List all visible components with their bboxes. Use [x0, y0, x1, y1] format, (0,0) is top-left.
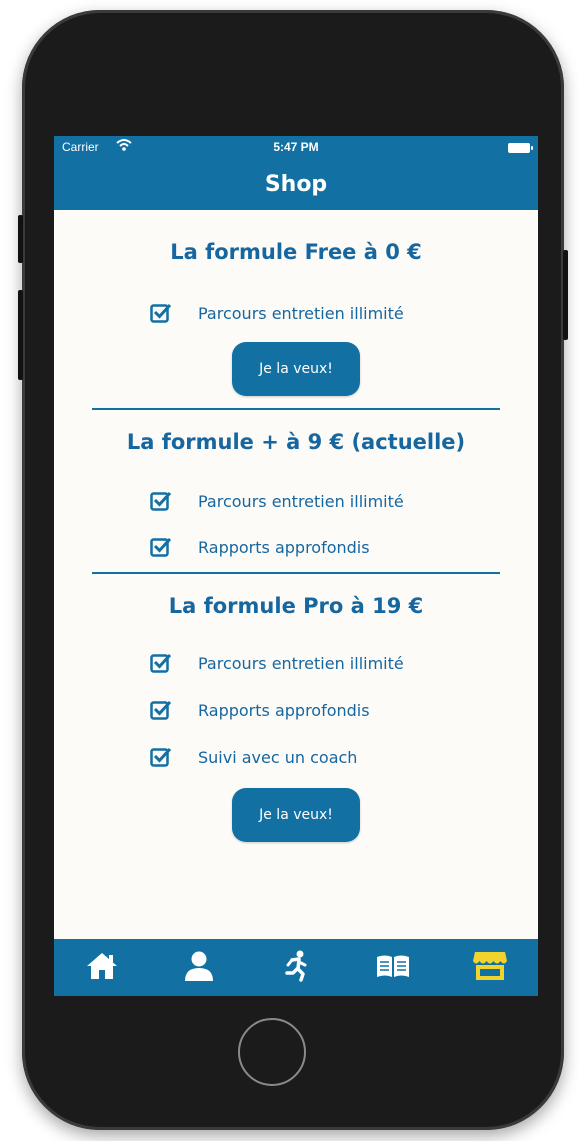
buy-pro-button[interactable]: Je la veux!: [232, 788, 360, 842]
running-icon: [282, 950, 310, 986]
feature-label: Rapports approfondis: [198, 701, 370, 720]
checkbox-checked-icon: [150, 746, 172, 768]
divider: [92, 408, 500, 410]
user-icon: [183, 950, 215, 986]
checkbox-checked-icon: [150, 652, 172, 674]
app-screen: Carrier 5:47 PM Shop La formule Free à 0…: [54, 136, 538, 996]
feature-label: Rapports approfondis: [198, 538, 370, 557]
feature-label: Parcours entretien illimité: [198, 492, 404, 511]
power-button: [563, 250, 568, 340]
plan-title: La formule + à 9 € (actuelle): [126, 430, 466, 454]
home-icon: [85, 951, 119, 985]
status-time: 5:47 PM: [273, 140, 319, 154]
battery-icon: [508, 143, 533, 153]
tab-library[interactable]: [345, 939, 441, 996]
feature-label: Parcours entretien illimité: [198, 654, 404, 673]
page-title: Shop: [264, 172, 328, 197]
mute-switch: [18, 215, 23, 263]
tab-home[interactable]: [54, 939, 150, 996]
feature-label: Parcours entretien illimité: [198, 304, 404, 323]
navigation-bar: Shop: [54, 160, 538, 210]
book-icon: [376, 954, 410, 982]
status-bar: Carrier 5:47 PM: [54, 136, 538, 160]
buy-free-button[interactable]: Je la veux!: [232, 342, 360, 396]
checkbox-checked-icon: [150, 490, 172, 512]
plan-title: La formule Free à 0 €: [170, 240, 422, 264]
store-icon: [472, 950, 508, 986]
feature-label: Suivi avec un coach: [198, 748, 358, 767]
checkbox-checked-icon: [150, 699, 172, 721]
volume-buttons: [18, 290, 23, 380]
checkbox-checked-icon: [150, 536, 172, 558]
tab-bar: [54, 939, 538, 996]
tab-activity[interactable]: [248, 939, 344, 996]
plan-title: La formule Pro à 19 €: [168, 594, 424, 618]
tab-shop[interactable]: [442, 939, 538, 996]
home-hardware-button[interactable]: [238, 1018, 306, 1086]
tab-profile[interactable]: [151, 939, 247, 996]
checkbox-checked-icon: [150, 302, 172, 324]
divider: [92, 572, 500, 574]
